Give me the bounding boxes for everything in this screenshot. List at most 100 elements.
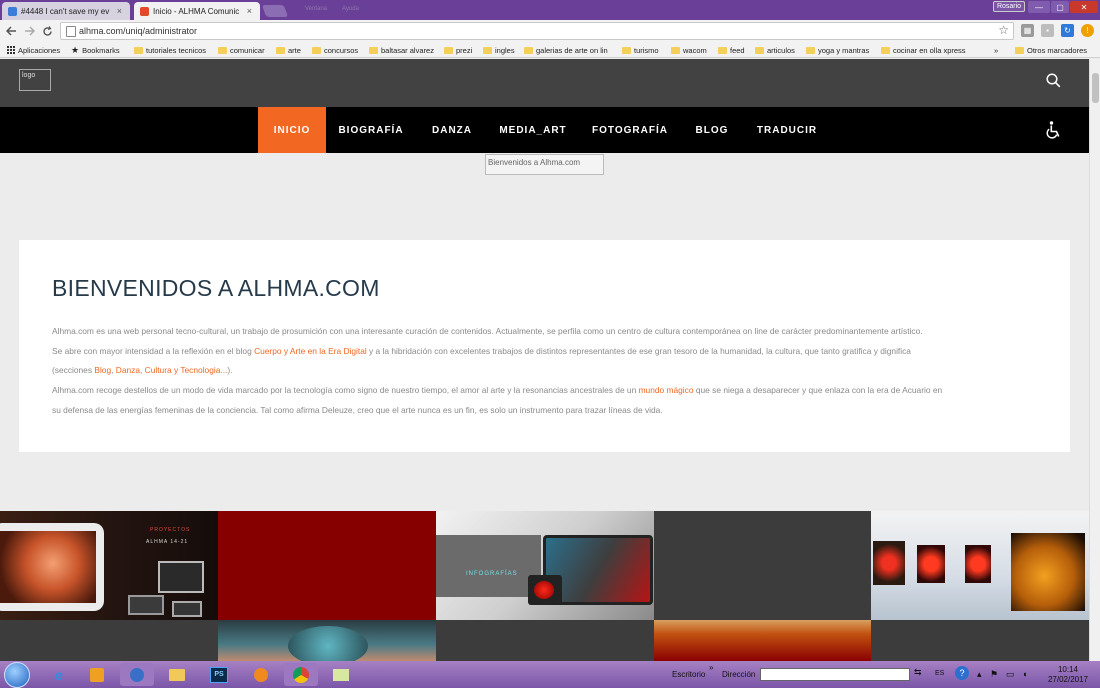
bookmarks-overflow-button[interactable]: » [994, 44, 1002, 56]
artwork-image [873, 541, 905, 585]
browser-tab-2[interactable]: Inicio - ALHMA Comunic × [134, 2, 260, 20]
back-button[interactable] [4, 23, 18, 39]
language-indicator[interactable]: ES [935, 670, 944, 677]
reload-button[interactable] [40, 23, 54, 39]
flag-icon[interactable]: ⚑ [990, 669, 998, 680]
close-window-button[interactable]: ✕ [1070, 1, 1098, 13]
bookmark-folder[interactable]: articulos [755, 44, 799, 56]
close-tab-icon[interactable]: × [247, 6, 252, 16]
taskbar-address-input[interactable] [760, 668, 910, 681]
page-scrollbar[interactable] [1089, 59, 1100, 661]
internet-explorer-icon[interactable]: e [42, 663, 76, 686]
other-bookmarks-folder[interactable]: Otros marcadores [1015, 44, 1097, 56]
site-header: logo [0, 59, 1089, 107]
notes-icon[interactable] [324, 663, 358, 686]
bookmark-folder[interactable]: baltasar alvarez [369, 44, 439, 56]
start-button[interactable] [4, 662, 30, 688]
forward-button[interactable] [22, 23, 36, 39]
nav-item-danza[interactable]: DANZA [424, 107, 480, 153]
extension-icon[interactable]: ▪ [1041, 24, 1054, 37]
nav-item-biografia[interactable]: BIOGRAFÍA [333, 107, 409, 153]
paragraph: Alhma.com recoge destellos de un modo de… [52, 385, 943, 396]
welcome-card: BIENVENIDOS A ALHMA.COM Alhma.com es una… [19, 240, 1070, 452]
thunderbird-icon[interactable] [120, 663, 154, 686]
bookmark-folder[interactable]: tutoriales tecnicos [134, 44, 210, 56]
gallery-tile-dark[interactable] [436, 620, 654, 661]
bookmark-folder[interactable]: galerias de arte on lin [524, 44, 614, 56]
bookmark-star-icon[interactable]: ☆ [998, 23, 1009, 37]
go-arrow-icon[interactable]: ⇆ [914, 667, 922, 678]
bookmark-folder[interactable]: concursos [312, 44, 362, 56]
link-blog-cuerpo-arte[interactable]: Cuerpo y Arte en la Era Digital [254, 346, 367, 356]
scroll-thumb[interactable] [1092, 73, 1099, 103]
folder-icon [806, 46, 815, 54]
chrome-icon[interactable] [284, 663, 318, 686]
help-icon[interactable]: ? [955, 666, 969, 680]
search-icon[interactable] [1046, 73, 1061, 88]
bookmark-apps[interactable]: Aplicaciones [6, 44, 68, 56]
network-icon[interactable]: ▭ [1006, 669, 1015, 680]
gallery-tile-portrait[interactable] [218, 620, 436, 661]
nav-item-inicio[interactable]: INICIO [258, 107, 326, 153]
bookmark-folder[interactable]: feed [718, 44, 748, 56]
bookmark-folder[interactable]: comunicar [218, 44, 270, 56]
gallery-tile-theater[interactable] [654, 620, 871, 661]
apps-grid-icon [6, 46, 15, 55]
blender-icon[interactable] [244, 663, 278, 686]
new-tab-button[interactable] [261, 5, 289, 17]
link-danza[interactable]: Danza [116, 365, 140, 375]
bookmark-folder[interactable]: ingles [483, 44, 517, 56]
gallery-tile-proyectos[interactable]: PROYECTOS ALHMA 14-21 [0, 511, 218, 620]
gallery-tile-dark[interactable] [871, 620, 1089, 661]
folder-icon [622, 46, 631, 54]
browser-tab-1[interactable]: #4448 I can't save my ev × [2, 2, 130, 20]
tray-expand-icon[interactable]: ▴ [977, 669, 982, 680]
nav-item-media-art[interactable]: MEDIA_ART [494, 107, 572, 153]
file-explorer-icon[interactable] [160, 663, 194, 686]
tablet-image [172, 601, 202, 617]
gallery-tile-dark[interactable] [0, 620, 218, 661]
tablet-image [128, 595, 164, 615]
profile-button[interactable]: Rosario [993, 1, 1025, 12]
photoshop-icon[interactable]: PS [202, 663, 236, 686]
extension-icon[interactable]: ↻ [1061, 24, 1074, 37]
accessibility-icon[interactable] [1043, 120, 1063, 140]
portrait-image [0, 531, 96, 603]
bookmark-folder[interactable]: yoga y mantras [806, 44, 874, 56]
site-logo[interactable]: logo [19, 69, 51, 91]
escritorio-label[interactable]: Escritorio [672, 670, 705, 679]
page-icon [66, 26, 76, 37]
system-clock[interactable]: 10:14 27/02/2017 [1043, 665, 1093, 685]
gallery-tile-dark[interactable] [654, 511, 871, 620]
volume-icon[interactable]: ◖ [1022, 669, 1027, 679]
media-player-icon[interactable] [80, 663, 114, 686]
gallery-tile-virtual-room[interactable] [871, 511, 1089, 620]
gallery-tile-red[interactable] [218, 511, 436, 620]
link-cultura-tecnologia[interactable]: Cultura y Tecnologia... [145, 365, 228, 375]
artwork-image [965, 545, 991, 583]
bookmark-folder[interactable]: turismo [622, 44, 664, 56]
bookmark-bookmarks[interactable]: ★ Bookmarks [71, 44, 131, 56]
warning-icon[interactable]: ! [1081, 24, 1094, 37]
maximize-button[interactable]: ▢ [1051, 1, 1069, 13]
hero-image-placeholder: Bienvenidos a Alhma.com [485, 154, 604, 175]
link-blog[interactable]: Blog [94, 365, 111, 375]
url-input[interactable] [79, 24, 979, 38]
bookmark-folder[interactable]: prezi [444, 44, 476, 56]
bookmark-folder[interactable]: arte [276, 44, 306, 56]
link-mundo-magico[interactable]: mundo mágico [639, 385, 694, 395]
paragraph: Alhma.com es una web personal tecno-cult… [52, 326, 923, 336]
bookmark-folder[interactable]: cocinar en olla xpress [881, 44, 971, 56]
nav-item-blog[interactable]: BLOG [688, 107, 736, 153]
toolbar-chevron[interactable]: » [709, 663, 713, 672]
extension-icon[interactable]: ▦ [1021, 24, 1034, 37]
address-bar[interactable]: ☆ [60, 22, 1014, 40]
red-orb-image [534, 581, 554, 599]
bookmark-folder[interactable]: wacom [671, 44, 711, 56]
nav-item-traducir[interactable]: TRADUCIR [750, 107, 824, 153]
close-tab-icon[interactable]: × [117, 6, 122, 16]
nav-item-fotografia[interactable]: FOTOGRAFÍA [586, 107, 674, 153]
minimize-button[interactable]: — [1028, 1, 1050, 13]
folder-icon [524, 46, 533, 54]
gallery-tile-infografias[interactable]: INFOGRAFÍAS [436, 511, 654, 620]
